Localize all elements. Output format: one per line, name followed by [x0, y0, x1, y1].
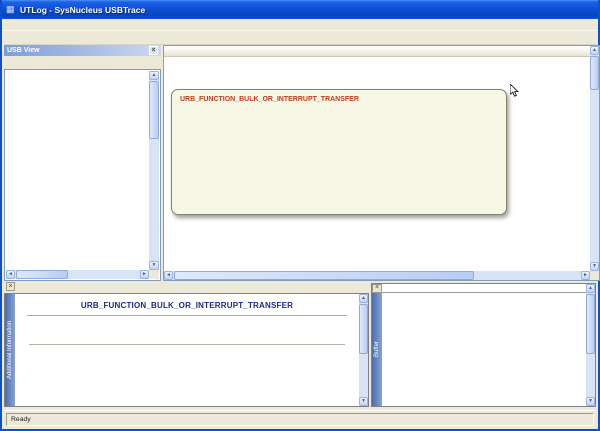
tree-vertical-scrollbar[interactable]: ▲ ▼ — [149, 71, 159, 270]
status-bar: Ready — [4, 410, 596, 427]
divider — [27, 315, 347, 316]
parameter-value-table — [29, 344, 345, 345]
info-pane-tabs — [4, 281, 18, 293]
urb-detail-tooltip: URB_FUNCTION_BULK_OR_INTERRUPT_TRANSFER — [171, 89, 507, 215]
additional-information-strip: Additional Information — [5, 294, 15, 406]
usb-view-header: USB View × — [4, 45, 161, 56]
title-bar: ▦ UTLog - SysNucleus USBTrace — [2, 0, 598, 19]
menu-bar — [4, 19, 596, 31]
additional-information-pane: Additional Information URB_FUNCTION_BULK… — [4, 293, 369, 407]
mouse-cursor-icon — [510, 84, 519, 102]
buffer-strip: Buffer — [372, 293, 382, 406]
main-area: USB View × ▲ ▼ ◄ ► — [4, 45, 596, 281]
usb-view-close-button[interactable]: × — [149, 46, 158, 55]
usb-view-title: USB View — [7, 47, 40, 54]
tooltip-title: URB_FUNCTION_BULK_OR_INTERRUPT_TRANSFER — [180, 96, 498, 103]
app-icon: ▦ — [6, 4, 17, 15]
capture-log-table: ▲ ▼ ◄ ► URB_FUNCTION_BULK_OR_INTERRUPT_T… — [163, 45, 600, 281]
device-tree: ▲ ▼ ◄ ► — [4, 69, 161, 281]
usb-view-panel: USB View × ▲ ▼ ◄ ► — [4, 45, 161, 281]
hex-vertical-scrollbar[interactable]: ▲ ▼ — [586, 284, 595, 406]
usb-view-tabs — [4, 56, 161, 69]
buffer-hex-pane: × Buffer ▲ ▼ — [371, 283, 596, 407]
log-vertical-scrollbar[interactable]: ▲ ▼ — [590, 46, 599, 271]
app-window: ▦ UTLog - SysNucleus USBTrace USB View ×… — [0, 0, 600, 431]
window-title: UTLog - SysNucleus USBTrace — [20, 5, 594, 15]
log-horizontal-scrollbar[interactable]: ◄ ► — [164, 271, 590, 280]
bottom-panes: × Additional Information URB_FUNCTION_BU… — [4, 281, 596, 409]
toolbar — [4, 31, 596, 45]
urb-function-title: URB_FUNCTION_BULK_OR_INTERRUPT_TRANSFER — [15, 301, 359, 310]
tree-horizontal-scrollbar[interactable]: ◄ ► — [6, 270, 149, 279]
status-ready: Ready — [6, 413, 594, 426]
info-vertical-scrollbar[interactable]: ▲ ▼ — [359, 294, 368, 406]
log-table-header — [164, 46, 590, 57]
hex-header — [382, 284, 586, 293]
hex-pane-close-button[interactable]: × — [372, 284, 382, 293]
